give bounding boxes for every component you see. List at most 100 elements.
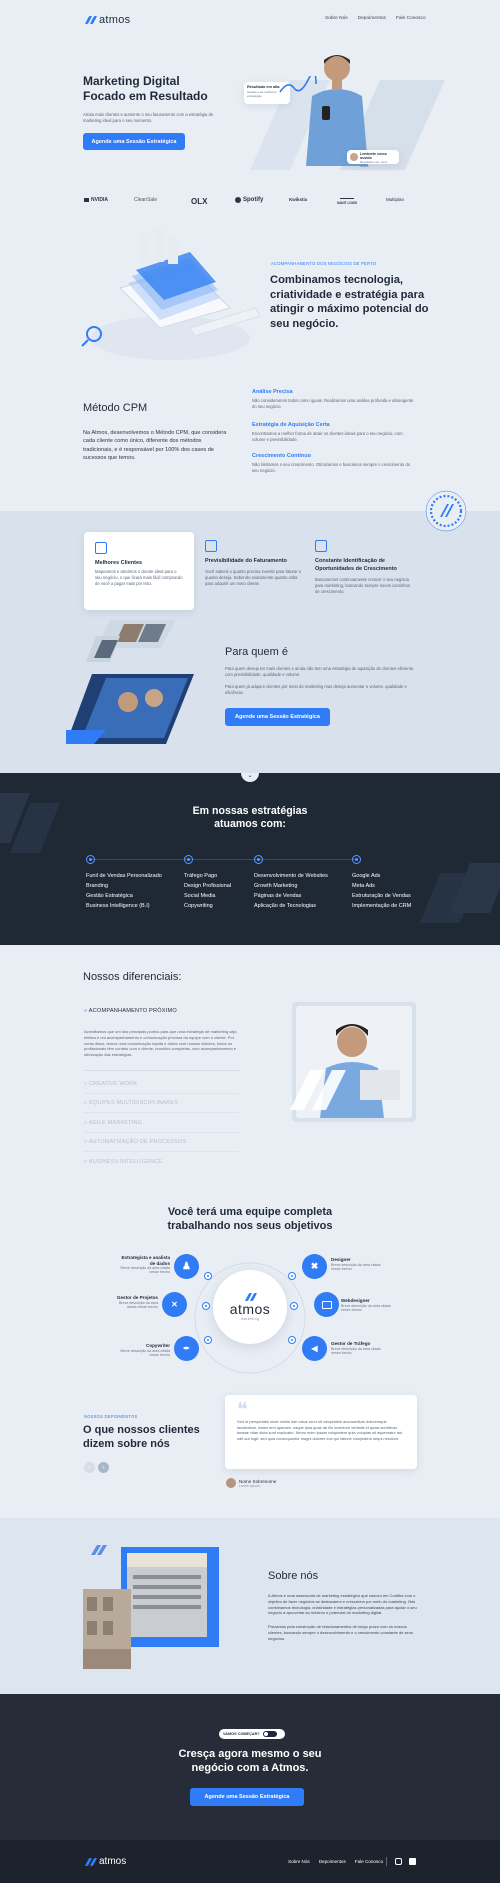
hero-title-line1: Marketing Digital xyxy=(83,74,180,88)
team-center-logo: atmos marketing xyxy=(213,1270,287,1344)
strategy-item: Social Media xyxy=(184,893,216,899)
footer: atmos Sobre Nós Depoimentos Fale Conosco xyxy=(0,1840,500,1883)
partner-name: Multiplan xyxy=(386,197,405,202)
chevron-left-icon: ‹ xyxy=(88,1464,91,1471)
acc-divider xyxy=(84,1132,239,1133)
feature-text: Encontramos a melhor forma de atrair os … xyxy=(252,430,403,443)
traffic-manager-node: ◀ xyxy=(302,1336,327,1361)
differentials-active-item[interactable]: » ACOMPANHAMENTO PRÓXIMO xyxy=(84,1008,177,1014)
differential-item-creative[interactable]: CREATIVE WORK xyxy=(84,1081,137,1087)
rotating-badge[interactable] xyxy=(425,490,467,532)
footer-logo[interactable]: atmos xyxy=(84,1856,126,1867)
benefit-text: Mapeamos e atraímos o cliente ideal para… xyxy=(95,569,183,587)
strategies-title: Em nossas estratégias atuamos com: xyxy=(0,805,500,831)
partner-logo-kwikstix: Kwikstix xyxy=(289,197,307,202)
reminder-title: Lembrete como ouvido xyxy=(360,152,387,160)
final-cta-button[interactable]: Agende uma Sessão Estratégica xyxy=(190,1788,304,1806)
differential-item-agile[interactable]: AGILE MARKETING xyxy=(84,1120,142,1126)
final-cta-title-line1: Cresça agora mesmo o seu xyxy=(178,1748,322,1760)
timeline-dot-icon xyxy=(352,855,361,864)
strategy-item: Branding xyxy=(86,883,109,889)
reminder-avatar xyxy=(350,153,358,161)
hero-section: Marketing Digital Focado em Resultado At… xyxy=(0,36,500,176)
strategies-col-1: Funil de Vendas Personalizado Branding G… xyxy=(86,855,162,911)
footer-link-contact[interactable]: Fale Conosco xyxy=(355,1859,383,1864)
center-logo-sub: marketing xyxy=(240,1317,260,1321)
testimonials-title: O que nossos clientes dizem sobre nós xyxy=(83,1423,200,1451)
nav-link-about[interactable]: Sobre Nós xyxy=(325,16,348,21)
testimonial-next-button[interactable]: › xyxy=(98,1462,109,1473)
about-kicker: ACOMPANHAMENTO DOS NEGÓCIOS DE PERTO xyxy=(271,261,377,266)
nav-link-contact[interactable]: Fale Conosco xyxy=(396,16,426,21)
benefit-title: Melhores Clientes xyxy=(95,560,143,566)
partner-logo-cleansale: CleanSale xyxy=(134,197,157,203)
traffic-manager-label: Gestor de Tráfego Breve descrição da área… xyxy=(331,1341,381,1355)
instagram-icon[interactable] xyxy=(395,1858,402,1865)
about-photo-collage xyxy=(83,1545,219,1669)
partner-name: Spotify xyxy=(243,197,264,203)
testimonials-title-line1: O que nossos clientes xyxy=(83,1424,200,1436)
strategy-item: Business Intelligence (B.I) xyxy=(86,903,150,909)
strategy-item: Funil de Vendas Personalizado xyxy=(86,873,162,879)
nav-link-testimonials[interactable]: Depoimentos xyxy=(358,16,386,21)
strategist-node: ♟ xyxy=(174,1254,199,1279)
strategy-item: Desenvolvimento de Websites xyxy=(254,873,328,879)
author-name: Nome Sobrenome xyxy=(239,1478,277,1484)
footer-link-about[interactable]: Sobre Nós xyxy=(288,1859,310,1864)
diagram-dot xyxy=(290,1302,298,1310)
testimonials-kicker: NOSSOS DEPOIMENTOS xyxy=(84,1414,138,1419)
testimonial-card: ❝ Sed ut perspiciatis unde omnis iste na… xyxy=(225,1395,417,1469)
partner-name: CleanSale xyxy=(134,197,158,203)
chevron-down-icon: ⌄ xyxy=(247,773,253,779)
hero-title-line2: Focado em Resultado xyxy=(83,89,208,103)
about-text-1: A Atmos é uma assessoria de marketing es… xyxy=(268,1593,417,1616)
strategy-item: Gestão Estratégica xyxy=(86,893,133,899)
logo[interactable]: atmos xyxy=(84,14,130,26)
differential-item-bi[interactable]: BUSINESS INTELLIGENCE xyxy=(84,1159,162,1165)
role-title: Estrategista e analista de dados xyxy=(121,1255,170,1266)
strategy-item: Copywriting xyxy=(184,903,213,909)
partner-name: NVIDIA xyxy=(91,197,108,203)
testimonial-prev-button[interactable]: ‹ xyxy=(84,1462,95,1473)
pen-icon: ✒ xyxy=(183,1344,190,1353)
for-who-cta-button[interactable]: Agende uma Sessão Estratégica xyxy=(225,708,330,726)
chart-icon xyxy=(95,542,107,554)
strategist-label: Estrategista e analista de dados Breve de… xyxy=(120,1255,170,1275)
project-manager-label: Gestor de Projetos Breve descrição da áre… xyxy=(112,1295,158,1309)
feature-text: Não limitamos o seu crescimento. Otimiza… xyxy=(252,461,411,474)
spotify-icon xyxy=(235,197,241,203)
strategies-section: ⌄ Em nossas estratégias atuamos com: Fun… xyxy=(0,773,500,945)
webdesigner-node xyxy=(314,1292,339,1317)
benefit-text: Você saberá o quanto precisa investir pa… xyxy=(205,568,302,587)
chart-icon xyxy=(205,540,217,552)
cpm-feature-analysis: Análise Precisa Não consideramos todos c… xyxy=(252,389,417,410)
testimonial-author: Nome Sobrenome Lorem ipsum xyxy=(226,1478,276,1488)
linkedin-icon[interactable] xyxy=(409,1858,416,1865)
strategy-item: Design Profissional xyxy=(184,883,232,889)
logo-text: atmos xyxy=(99,14,131,26)
hero-person-photo xyxy=(306,55,368,166)
footer-link-testimonials[interactable]: Depoimentos xyxy=(319,1859,346,1864)
strategies-col-2: Tráfego Pago Design Profissional Social … xyxy=(184,855,231,911)
diagram-dot xyxy=(204,1272,212,1280)
strategies-title-line2: atuamos com: xyxy=(214,818,286,830)
partner-logo-olx: OLX xyxy=(191,197,207,206)
logo-mark-icon xyxy=(244,1293,257,1301)
final-cta-title-line2: negócio com a Atmos. xyxy=(191,1762,309,1774)
feature-title: Estratégia de Aquisição Certa xyxy=(252,422,330,428)
differentials-title: Nossos diferenciais: xyxy=(83,971,182,983)
strategies-col-4: Google Ads Meta Ads Estruturação de Vend… xyxy=(352,855,411,911)
hero-cta-button[interactable]: Agende uma Sessão Estratégica xyxy=(83,133,185,150)
project-manager-node: ✕ xyxy=(162,1292,187,1317)
differential-item-teams[interactable]: EQUIPES MULTIDISCIPLINARES xyxy=(84,1100,178,1106)
testimonial-quote: Sed ut perspiciatis unde omnis iste natu… xyxy=(237,1419,403,1441)
reminder-text: Resultado com novo cliente. xyxy=(360,160,388,168)
team-title: Você terá uma equipe completa trabalhand… xyxy=(0,1205,500,1233)
differential-item-automation[interactable]: AUTOMATIZAÇÃO DE PROCESSOS xyxy=(84,1139,186,1145)
partner-name: SAINT LOUIS xyxy=(337,201,358,205)
diagram-dot xyxy=(288,1336,296,1344)
diagram-dot xyxy=(204,1336,212,1344)
diagram-dot xyxy=(202,1302,210,1310)
benefit-opportunities: Constante Identificação de Oportunidades… xyxy=(315,540,415,595)
quote-icon: ❝ xyxy=(237,1397,248,1421)
